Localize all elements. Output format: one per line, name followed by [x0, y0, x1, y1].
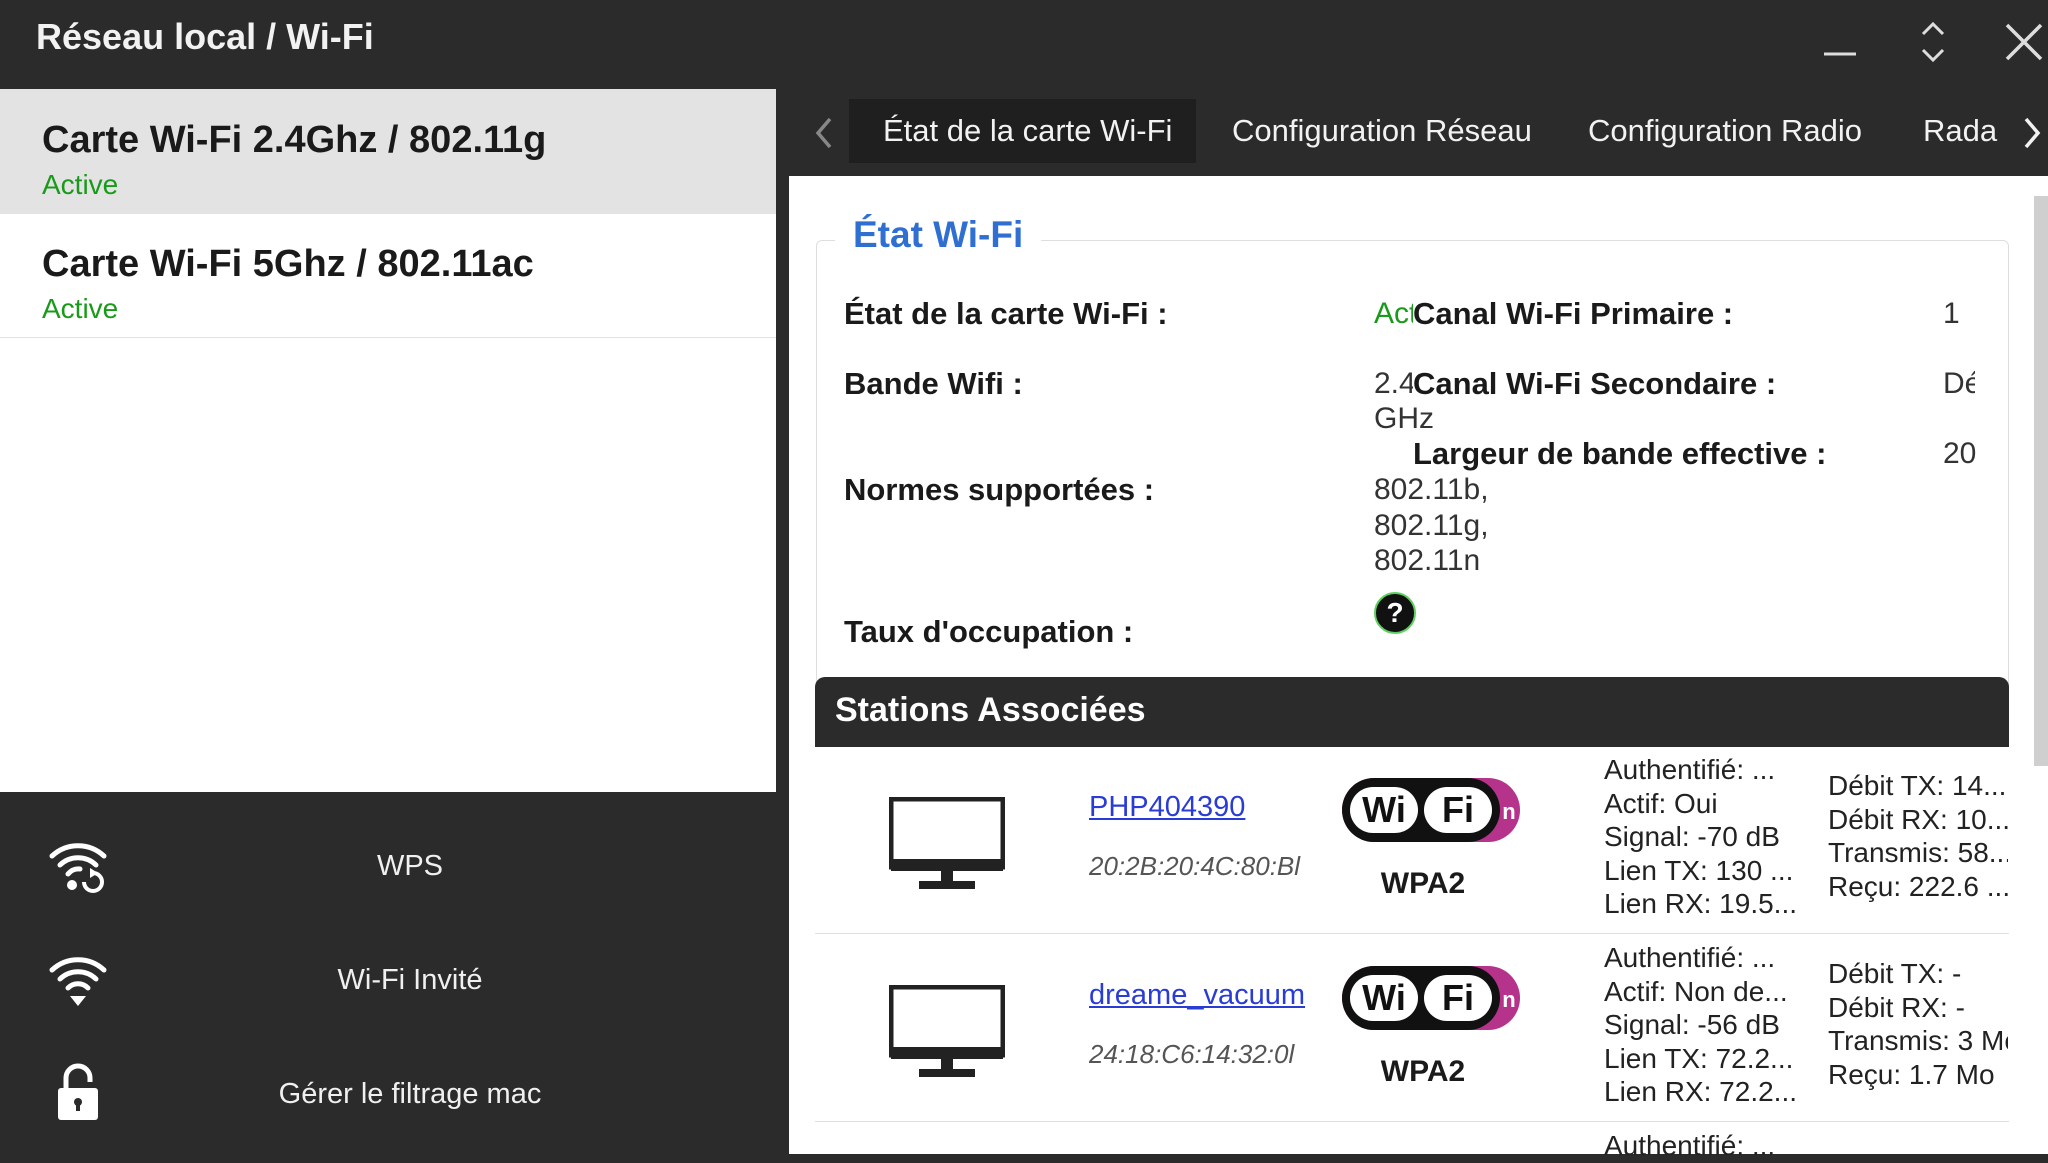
value-bande-wifi-2: GHz [1374, 402, 1434, 435]
station-rates: Débit TX: - Débit RX: - Transmis: 3 Mo R… [1828, 957, 2008, 1091]
minimize-button[interactable] [1810, 14, 1870, 70]
menu-item-label: Wi-Fi Invité [337, 964, 483, 996]
svg-text:n: n [1502, 987, 1515, 1012]
wifi-card-name: Carte Wi-Fi 5Ghz / 802.11ac [42, 243, 534, 285]
close-icon [2005, 23, 2043, 61]
lock-icon [58, 1063, 98, 1120]
label-bande-wifi: Bande Wifi : [844, 366, 1023, 401]
wifi-card-5ghz[interactable]: Carte Wi-Fi 5Ghz / 802.11ac Active [0, 213, 776, 338]
station-info-line: Authentifié: ... [1604, 942, 1776, 973]
sidebar-bottom-menu: WPS Wi-Fi Invité Gérer le filtrage mac [0, 792, 789, 1154]
stations-header: Stations Associées [815, 677, 2009, 747]
minimize-icon [1824, 52, 1856, 56]
menu-item-label: Gérer le filtrage mac [278, 1078, 542, 1110]
help-icon[interactable]: ? [1374, 592, 1416, 634]
station-rate-line: Débit TX: 14.... [1828, 770, 2008, 801]
station-row: PHP404390 20:2B:20:4C:80:Bl Wi Fi n WPA2… [815, 747, 2009, 934]
menu-item-wifi-invite[interactable]: Wi-Fi Invité [0, 926, 789, 1036]
tab-radar[interactable]: Rada [1896, 99, 2016, 163]
title-bar: Réseau local / Wi-Fi [0, 0, 2048, 89]
station-info: Authentifié: ... Actif: Non de... Signal… [1604, 941, 1804, 1109]
value-canal-secondaire: Dé [1943, 367, 1975, 400]
chevron-left-icon [815, 117, 832, 149]
station-rate-line: Débit TX: - [1828, 958, 1962, 989]
station-info-line: Lien RX: 19.5... [1604, 888, 1798, 919]
label-taux-occupation: Taux d'occupation : [844, 614, 1134, 649]
station-info: Authentifié: ... Actif: Oui Signal: -70 … [1604, 753, 1804, 921]
wifi-card-name: Carte Wi-Fi 2.4Ghz / 802.11g [42, 119, 547, 161]
station-rate-line: Reçu: 1.7 Mo [1828, 1058, 1995, 1090]
wifi-n-logo-icon: Wi Fi n [1342, 778, 1520, 842]
station-rate-line: Transmis: 3 Mo [1828, 1025, 2008, 1056]
station-info-line: Authentifié: ... [1604, 1130, 1776, 1161]
tab-config-radio[interactable]: Configuration Radio [1554, 99, 1894, 163]
station-info: Authentifié: ... [1604, 1129, 1804, 1163]
label-canal-primaire: Canal Wi-Fi Primaire : [1413, 296, 1734, 332]
maximize-icon [1921, 21, 1945, 63]
station-rate-line: Débit RX: - [1828, 991, 1965, 1023]
station-rate-line: Débit RX: 10.... [1828, 803, 2008, 835]
station-info-line: Signal: -70 dB [1604, 821, 1780, 852]
wifi-n-logo-icon: Wi Fi n [1342, 966, 1520, 1030]
station-info-line: Authentifié: ... [1604, 754, 1776, 785]
station-info-line: Actif: Oui [1604, 787, 1718, 819]
window-title: Réseau local / Wi-Fi [36, 16, 374, 57]
station-info-line: Lien TX: 72.2... [1604, 1042, 1794, 1074]
wifi-icon [49, 957, 107, 1006]
station-mac: 24:18:C6:14:32:0l [1089, 1039, 1295, 1069]
value-bande-wifi-1: 2.4 [1374, 367, 1416, 400]
value-normes-2: 802.11g, [1374, 509, 1489, 542]
menu-item-label: WPS [376, 850, 444, 882]
tab-scroll-right[interactable] [2017, 109, 2047, 157]
maximize-button[interactable] [1903, 14, 1963, 70]
tab-etat-carte[interactable]: État de la carte Wi-Fi [849, 99, 1196, 163]
label-normes: Normes supportées : [844, 472, 1155, 507]
menu-item-wps[interactable]: WPS [0, 812, 789, 922]
value-normes-1: 802.11b, [1374, 473, 1489, 506]
station-rate-line: Reçu: 222.6 ... [1828, 870, 2008, 902]
station-info-line: Actif: Non de... [1604, 975, 1788, 1007]
wifi-card-status: Active [42, 169, 119, 200]
wifi-card-list: Carte Wi-Fi 2.4Ghz / 802.11g Active Cart… [0, 89, 776, 792]
station-rates: Débit TX: 14.... Débit RX: 10.... Transm… [1828, 769, 2008, 903]
label-canal-secondaire: Canal Wi-Fi Secondaire : [1413, 366, 1777, 402]
tab-bar: État de la carte Wi-Fi Configuration Rés… [789, 89, 2048, 176]
wifi-state-legend: État Wi-Fi [835, 214, 1042, 256]
svg-text:n: n [1502, 799, 1515, 824]
svg-text:Wi: Wi [1362, 789, 1406, 830]
station-info-line: Lien TX: 130 ... [1604, 854, 1794, 886]
station-security: WPA2 [1380, 867, 1466, 900]
value-largeur-bande: 20 [1943, 437, 1977, 470]
wps-icon [49, 843, 107, 893]
tab-scroll-left[interactable] [807, 109, 841, 157]
station-mac: 20:2B:20:4C:80:Bl [1089, 851, 1301, 881]
station-name-link[interactable]: dreame_vacuum [1089, 979, 1305, 1012]
svg-text:Fi: Fi [1442, 789, 1474, 830]
station-security: WPA2 [1380, 1055, 1466, 1088]
value-normes-3: 802.11n [1374, 544, 1481, 577]
close-button[interactable] [1994, 14, 2048, 70]
station-name-link[interactable]: PHP404390 [1089, 791, 1245, 824]
svg-text:Wi: Wi [1362, 977, 1406, 1018]
value-canal-primaire: 1 [1943, 297, 1960, 330]
station-info-line: Signal: -56 dB [1604, 1009, 1780, 1040]
chevron-right-icon [2024, 117, 2041, 149]
svg-text:Fi: Fi [1442, 977, 1474, 1018]
wifi-card-status: Active [42, 293, 119, 324]
station-rate-line: Transmis: 58... [1828, 837, 2008, 868]
monitor-icon [889, 985, 1005, 1077]
station-row: Authentifié: ... [815, 1123, 2009, 1161]
scrollbar[interactable] [2034, 196, 2048, 766]
wifi-card-24ghz[interactable]: Carte Wi-Fi 2.4Ghz / 802.11g Active [0, 89, 776, 214]
stations-title: Stations Associées [835, 691, 1146, 729]
label-etat-carte: État de la carte Wi-Fi : [844, 296, 1168, 331]
menu-item-mac-filter[interactable]: Gérer le filtrage mac [0, 1040, 789, 1150]
tab-config-reseau[interactable]: Configuration Réseau [1198, 99, 1549, 163]
tab-content: État Wi-Fi État de la carte Wi-Fi : Acti… [789, 176, 2048, 1161]
label-largeur-bande: Largeur de bande effective : [1413, 436, 1827, 471]
monitor-icon [889, 797, 1005, 889]
station-info-line: Lien RX: 72.2... [1604, 1076, 1798, 1107]
station-row: dreame_vacuum 24:18:C6:14:32:0l Wi Fi n … [815, 935, 2009, 1122]
